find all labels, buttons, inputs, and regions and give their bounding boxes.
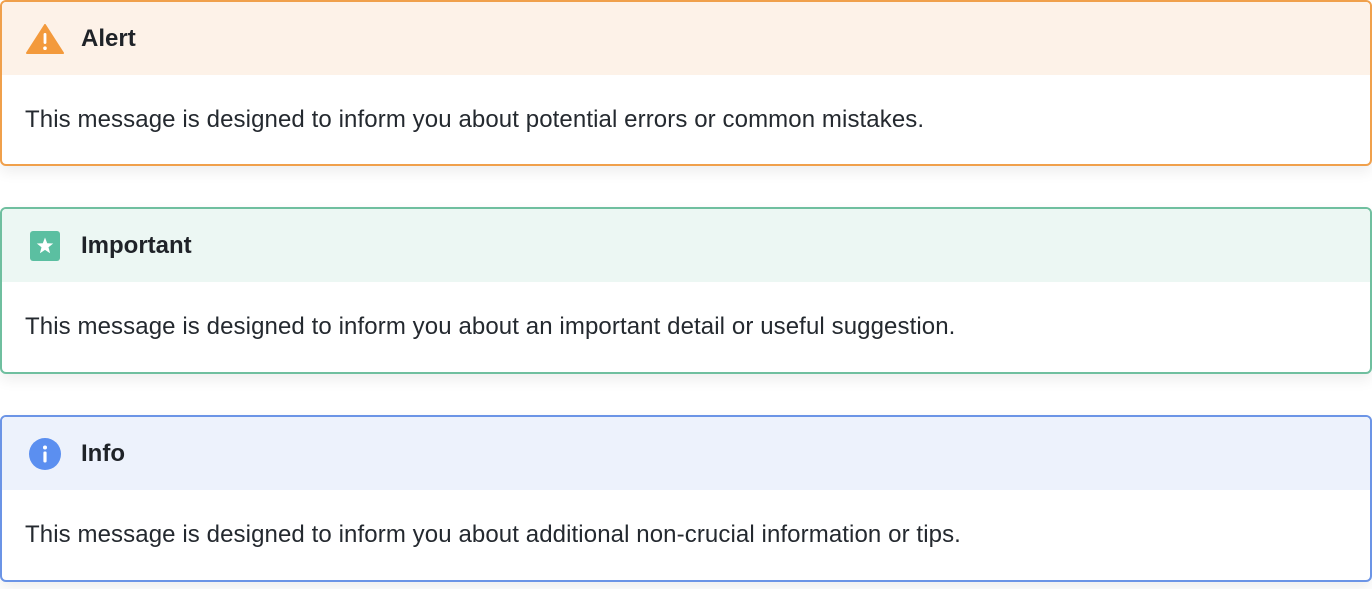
info-callout-header: Info bbox=[2, 417, 1370, 490]
important-callout-title: Important bbox=[81, 231, 192, 259]
callout-stack: Alert This message is designed to inform… bbox=[0, 0, 1372, 589]
important-callout-header: Important bbox=[2, 209, 1370, 282]
alert-callout-message: This message is designed to inform you a… bbox=[25, 105, 925, 133]
alert-callout-title: Alert bbox=[81, 24, 136, 52]
info-callout: Info This message is designed to inform … bbox=[0, 415, 1372, 582]
info-callout-message: This message is designed to inform you a… bbox=[25, 521, 961, 548]
important-callout-message: This message is designed to inform you a… bbox=[25, 313, 956, 340]
warning-triangle-icon bbox=[26, 20, 64, 58]
info-callout-title: Info bbox=[81, 439, 125, 467]
star-square-icon bbox=[26, 227, 64, 265]
important-callout: Important This message is designed to in… bbox=[0, 207, 1372, 374]
alert-callout-header: Alert bbox=[2, 2, 1370, 75]
info-circle-icon bbox=[26, 435, 64, 473]
alert-callout: Alert This message is designed to inform… bbox=[0, 0, 1372, 166]
